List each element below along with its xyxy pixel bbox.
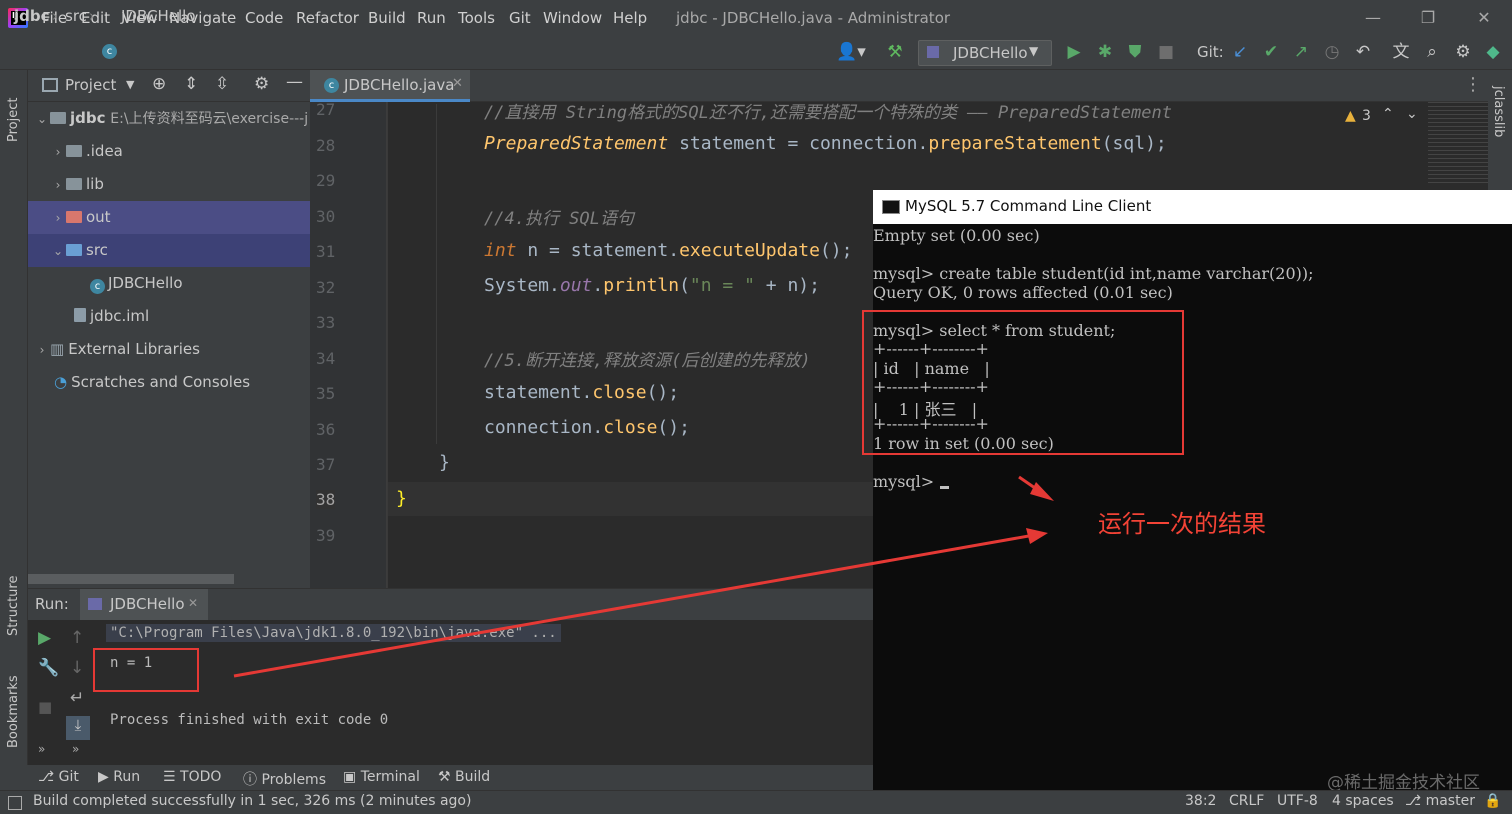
terminal-tool-button[interactable]: ▣ Terminal xyxy=(343,769,420,785)
status-panel-icon[interactable] xyxy=(8,796,22,810)
git-branch-icon: ⎇ xyxy=(1405,793,1426,809)
annotation-arrow-line xyxy=(233,532,1041,678)
info-icon: ⓘ xyxy=(243,772,262,788)
caret-position[interactable]: 38:2 xyxy=(1185,793,1216,809)
problems-tool-button[interactable]: ⓘ Problems xyxy=(243,769,326,789)
annotation-arrowhead xyxy=(1026,528,1048,544)
lock-icon[interactable]: 🔒 xyxy=(1484,793,1501,809)
todo-tool-button[interactable]: ☰ TODO xyxy=(163,769,221,785)
indent-setting[interactable]: 4 spaces xyxy=(1332,793,1394,809)
run-icon: ▶ xyxy=(98,769,114,785)
build-hammer-icon: ⚒ xyxy=(438,769,456,785)
build-tool-button[interactable]: ⚒ Build xyxy=(438,769,490,785)
annotation-arrowhead xyxy=(1030,482,1054,501)
annotation-arrows xyxy=(233,475,1054,678)
git-tool-button[interactable]: ⎇ Git xyxy=(38,769,79,785)
file-encoding[interactable]: UTF-8 xyxy=(1277,793,1318,809)
run-tool-button[interactable]: ▶ Run xyxy=(98,769,140,785)
git-branch[interactable]: ⎇ master xyxy=(1405,793,1475,809)
list-icon: ☰ xyxy=(163,769,181,785)
line-separator[interactable]: CRLF xyxy=(1229,793,1264,809)
terminal-icon: ▣ xyxy=(343,769,361,785)
git-branch-icon: ⎇ xyxy=(38,769,59,785)
status-message[interactable]: Build completed successfully in 1 sec, 3… xyxy=(33,793,471,809)
